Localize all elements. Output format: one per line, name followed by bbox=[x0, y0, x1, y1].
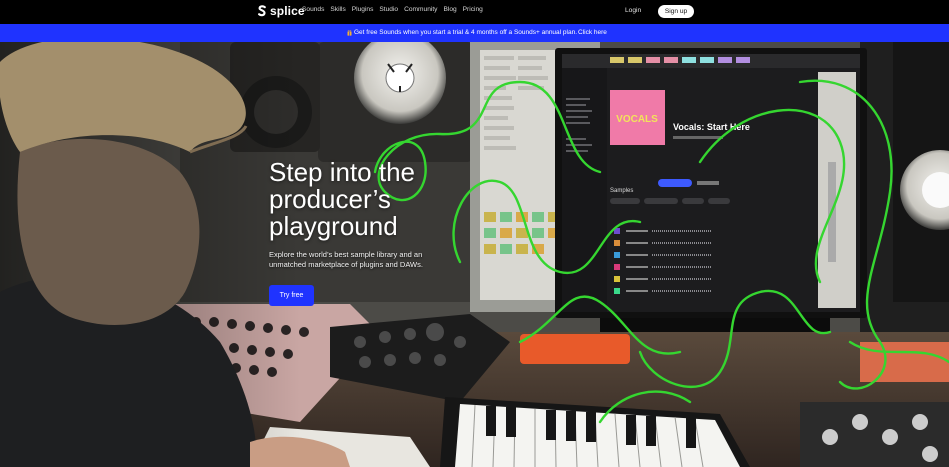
headline-line: playground bbox=[269, 211, 398, 241]
splice-logo[interactable]: splice bbox=[257, 4, 305, 18]
promo-text: Get free Sounds when you start a trial &… bbox=[354, 29, 578, 36]
splice-logo-icon bbox=[258, 5, 266, 17]
knob-device bbox=[800, 402, 949, 467]
hero-subtitle: Explore the world’s best sample library … bbox=[269, 250, 423, 269]
pack-title: Vocals: Start Here bbox=[673, 122, 750, 132]
nav-link-studio[interactable]: Studio bbox=[379, 6, 398, 13]
try-free-button[interactable]: Try free bbox=[269, 285, 314, 306]
hero-headline: Step into the producer’s playground bbox=[269, 159, 489, 240]
headline-line: Step into the bbox=[269, 157, 415, 187]
nav-link-sounds[interactable]: Sounds bbox=[302, 6, 324, 13]
main-monitor: VOCALS Vocals: Start Here Samples acer bbox=[555, 48, 867, 358]
headline-line: producer’s bbox=[269, 184, 391, 214]
nav-link-community[interactable]: Community bbox=[404, 6, 437, 13]
promo-banner: Get free Sounds when you start a trial &… bbox=[0, 24, 949, 42]
main-nav-links: Sounds Skills Plugins Studio Community B… bbox=[302, 6, 483, 13]
logo-text: splice bbox=[270, 4, 305, 18]
samples-section-label: Samples bbox=[610, 188, 633, 194]
orange-device bbox=[520, 334, 630, 364]
nav-link-skills[interactable]: Skills bbox=[330, 6, 345, 13]
studio-monitor-right bbox=[893, 42, 949, 302]
nav-link-blog[interactable]: Blog bbox=[443, 6, 456, 13]
nav-link-plugins[interactable]: Plugins bbox=[352, 6, 374, 13]
login-link[interactable]: Login bbox=[625, 7, 641, 14]
gift-icon bbox=[347, 29, 352, 36]
promo-cta-link[interactable]: Click here bbox=[578, 29, 607, 36]
top-navigation: splice Sounds Skills Plugins Studio Comm… bbox=[0, 0, 949, 24]
nav-link-pricing[interactable]: Pricing bbox=[463, 6, 483, 13]
pack-cover-art: VOCALS bbox=[616, 114, 658, 125]
hero-section: VOCALS Vocals: Start Here Samples acer bbox=[0, 42, 949, 467]
signup-button[interactable]: Sign up bbox=[658, 5, 694, 18]
studio-scene-illustration: VOCALS Vocals: Start Here Samples acer bbox=[0, 42, 949, 467]
